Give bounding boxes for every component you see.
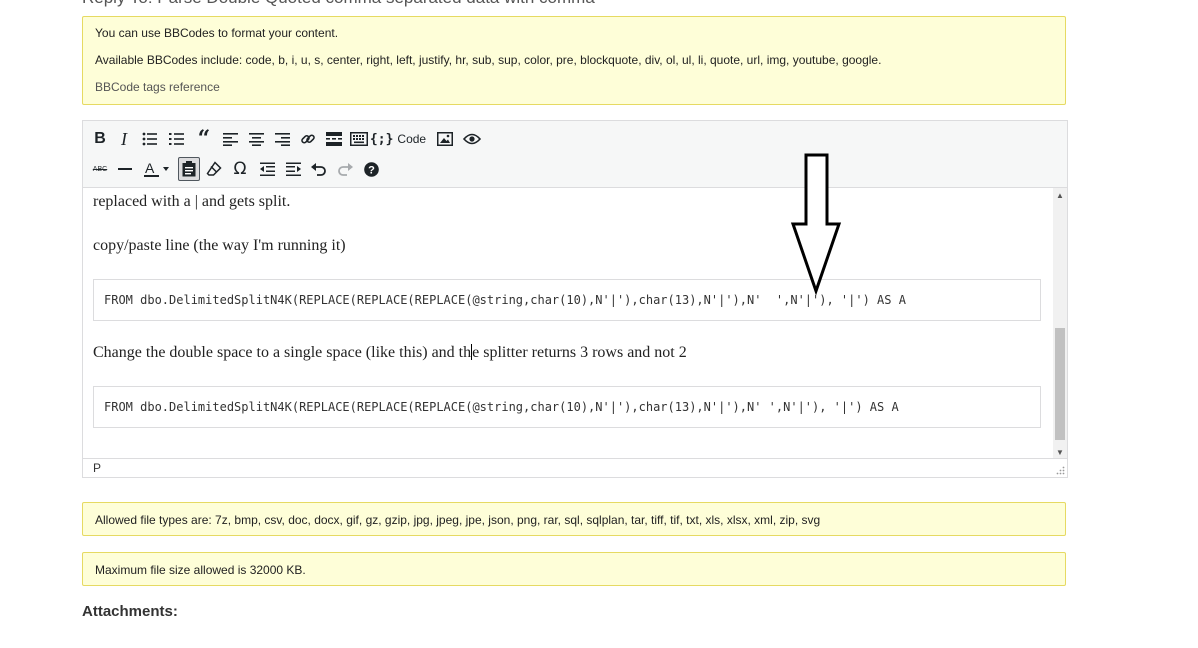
redo-button[interactable] (335, 158, 355, 180)
link-button[interactable] (298, 128, 318, 150)
scroll-down-arrow-icon[interactable]: ▼ (1053, 445, 1067, 459)
italic-button[interactable]: I (115, 128, 133, 150)
resize-handle-icon[interactable] (1056, 466, 1065, 475)
scroll-thumb[interactable] (1055, 328, 1065, 440)
paragraph-text: Change the double space to a single spac… (93, 344, 472, 361)
strikethrough-button[interactable]: ABC (90, 158, 110, 180)
code-block[interactable]: FROM dbo.DelimitedSplitN4K(REPLACE(REPLA… (93, 386, 1041, 428)
outdent-button[interactable] (257, 158, 277, 180)
special-character-icon: Ω (233, 159, 247, 179)
code-button[interactable]: {;} Code (369, 128, 427, 150)
numbered-list-icon (169, 133, 184, 145)
blockquote-icon: “ (197, 126, 211, 152)
svg-text:?: ? (368, 164, 375, 176)
preview-icon (463, 133, 481, 145)
preview-button[interactable] (461, 128, 483, 150)
bbcode-intro-text: You can use BBCodes to format your conte… (95, 26, 339, 40)
bbcode-notice: You can use BBCodes to format your conte… (82, 16, 1066, 105)
file-size-notice: Maximum file size allowed is 32000 KB. (82, 552, 1066, 586)
editor-scrollbar[interactable]: ▲ ▼ (1053, 188, 1067, 459)
read-more-button[interactable] (324, 128, 344, 150)
file-size-text: Maximum file size allowed is 32000 KB. (95, 563, 306, 577)
italic-icon: I (121, 128, 127, 149)
align-right-button[interactable] (272, 128, 292, 150)
toolbar-toggle-icon (350, 132, 368, 146)
editor-statusbar: P (83, 458, 1067, 477)
down-arrow-annotation-icon (790, 153, 842, 296)
reply-heading: Reply To: Parse Double Quoted comma sepa… (82, 0, 595, 8)
horizontal-line-button[interactable] (115, 158, 135, 180)
align-right-icon (274, 133, 290, 146)
bbcode-available-text: Available BBCodes include: code, b, i, u… (95, 53, 882, 67)
file-types-notice: Allowed file types are: 7z, bmp, csv, do… (82, 502, 1066, 536)
read-more-icon (326, 132, 342, 146)
image-icon (437, 132, 453, 146)
paste-as-text-icon (182, 161, 196, 177)
reply-editor: B I “ {;} Code ABC A Ω ? replaced with a… (82, 120, 1068, 478)
bbcode-reference-link[interactable]: BBCode tags reference (95, 80, 220, 94)
align-left-icon (222, 133, 238, 146)
outdent-icon (259, 162, 275, 176)
indent-icon (285, 162, 301, 176)
file-types-text: Allowed file types are: 7z, bmp, csv, do… (95, 513, 821, 527)
scroll-up-arrow-icon[interactable]: ▲ (1053, 188, 1067, 202)
paragraph-text: e splitter returns 3 rows and not 2 (472, 344, 687, 361)
strikethrough-icon: ABC (92, 165, 108, 173)
clear-formatting-icon (206, 161, 222, 176)
paragraph[interactable]: copy/paste line (the way I'm running it) (93, 237, 346, 255)
special-character-button[interactable]: Ω (230, 158, 250, 180)
numbered-list-button[interactable] (167, 128, 187, 150)
paste-as-text-button[interactable] (178, 157, 200, 181)
editor-toolbar: B I “ {;} Code ABC A Ω ? (83, 121, 1067, 188)
editor-content[interactable]: replaced with a | and gets split. copy/p… (83, 188, 1053, 459)
undo-button[interactable] (309, 158, 329, 180)
link-icon (301, 134, 315, 144)
toolbar-toggle-button[interactable] (349, 128, 369, 150)
align-center-icon (248, 133, 264, 146)
code-block[interactable]: FROM dbo.DelimitedSplitN4K(REPLACE(REPLA… (93, 279, 1041, 321)
text-color-icon: A (144, 160, 169, 177)
paragraph-with-caret[interactable]: Change the double space to a single spac… (93, 344, 687, 362)
element-path[interactable]: P (93, 461, 101, 475)
bold-button[interactable]: B (91, 128, 109, 150)
text-color-button[interactable]: A (141, 158, 173, 180)
bullet-list-icon (142, 132, 157, 146)
horizontal-line-icon (118, 168, 132, 170)
image-button[interactable] (435, 128, 455, 150)
indent-button[interactable] (283, 158, 303, 180)
help-icon: ? (363, 161, 379, 177)
bullet-list-button[interactable] (140, 128, 160, 150)
help-button[interactable]: ? (361, 158, 381, 180)
code-icon: {;} (369, 131, 394, 147)
paragraph[interactable]: replaced with a | and gets split. (93, 193, 290, 211)
align-left-button[interactable] (220, 128, 240, 150)
blockquote-button[interactable]: “ (194, 128, 214, 150)
clear-formatting-button[interactable] (204, 158, 224, 180)
redo-icon (338, 163, 353, 176)
code-button-label: Code (397, 132, 427, 146)
undo-icon (311, 163, 326, 176)
attachments-heading: Attachments: (82, 603, 178, 620)
bold-icon: B (94, 130, 106, 147)
align-center-button[interactable] (246, 128, 266, 150)
svg-text:A: A (145, 160, 155, 176)
